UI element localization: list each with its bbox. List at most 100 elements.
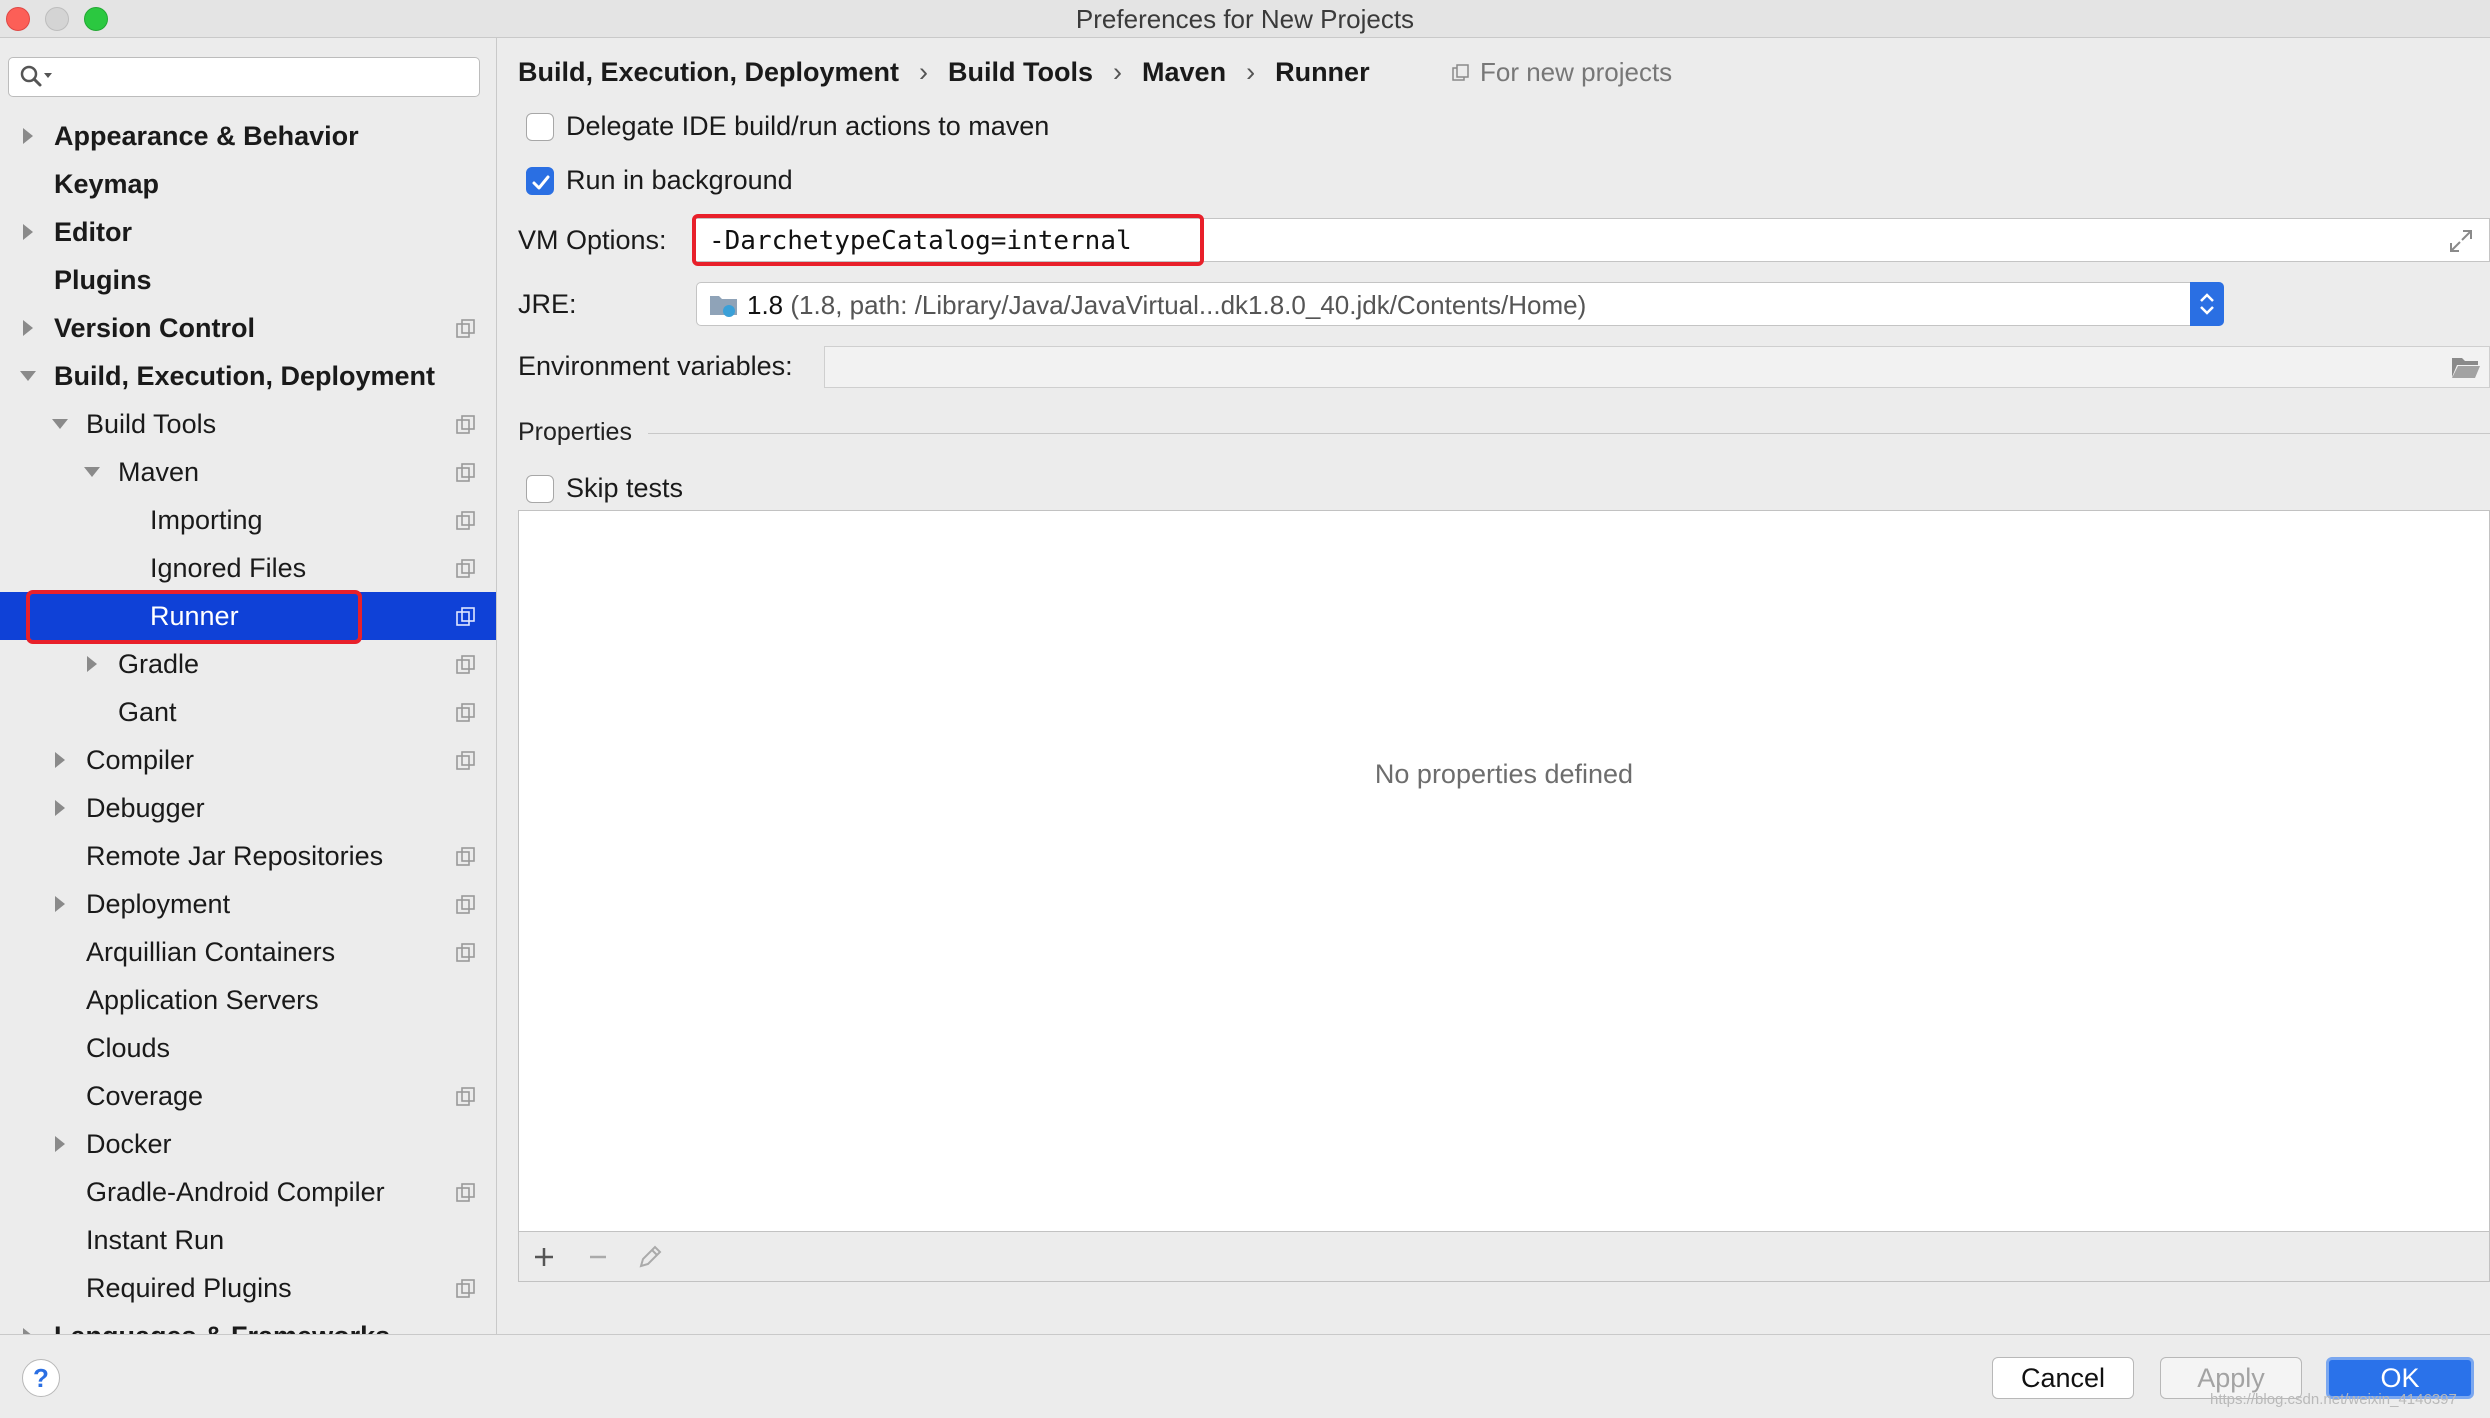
chevron-right-icon[interactable] [50,736,70,784]
breadcrumb-item[interactable]: Build Tools [948,52,1093,92]
sidebar-item-gradle-android-compiler[interactable]: Gradle-Android Compiler [0,1168,496,1216]
sidebar-item-version-control[interactable]: Version Control [0,304,496,352]
sidebar-item-arquillian-containers[interactable]: Arquillian Containers [0,928,496,976]
copy-scope-icon [456,463,475,482]
sidebar-item-maven[interactable]: Maven [0,448,496,496]
settings-search-input[interactable] [8,57,480,97]
sidebar-item-clouds[interactable]: Clouds [0,1024,496,1072]
cancel-button[interactable]: Cancel [1992,1357,2134,1399]
delegate-build-label: Delegate IDE build/run actions to maven [566,111,1050,141]
chevron-right-icon[interactable] [18,208,38,256]
window-title: Preferences for New Projects [1075,4,1415,34]
copy-scope-icon [456,751,475,770]
sidebar-item-importing[interactable]: Importing [0,496,496,544]
expand-icon[interactable] [2447,227,2475,255]
section-divider [648,433,2490,434]
breadcrumb-separator: › [919,57,929,87]
jre-path: (1.8, path: /Library/Java/JavaVirtual...… [790,290,1587,320]
copy-scope-icon [1452,64,1469,81]
folder-icon[interactable] [2451,355,2481,381]
sidebar-item-required-plugins[interactable]: Required Plugins [0,1264,496,1312]
sidebar-item-label: Gradle-Android Compiler [86,1177,385,1207]
breadcrumb-item[interactable]: Runner [1275,52,1370,92]
add-icon[interactable] [529,1242,559,1272]
chevron-right-icon[interactable] [50,880,70,928]
delegate-build-checkbox[interactable] [526,113,554,141]
breadcrumb-item[interactable]: Build, Execution, Deployment [518,52,899,92]
sidebar-item-label: Required Plugins [86,1273,292,1303]
sidebar-item-label: Gradle [118,649,200,679]
chevron-right-icon[interactable] [18,112,38,160]
sidebar-item-deployment[interactable]: Deployment [0,880,496,928]
settings-sidebar: Appearance & Behavior Keymap Editor Plugins… [0,38,497,1334]
sidebar-item-gant[interactable]: Gant [0,688,496,736]
env-variables-input[interactable] [824,346,2490,388]
sidebar-item-editor[interactable]: Editor [0,208,496,256]
jre-dropdown-stepper[interactable] [2190,282,2224,326]
jdk-folder-icon [710,296,737,317]
jre-version: 1.8 [747,290,784,320]
sidebar-item-application-servers[interactable]: Application Servers [0,976,496,1024]
breadcrumb-separator: › [1113,57,1123,87]
sidebar-item-gradle[interactable]: Gradle [0,640,496,688]
copy-scope-icon [456,319,475,338]
jre-select[interactable]: 1.8 (1.8, path: /Library/Java/JavaVirtua… [696,282,2224,326]
chevron-right-icon[interactable] [82,640,102,688]
vm-options-highlight [692,214,1204,266]
skip-tests-label: Skip tests [566,473,684,503]
properties-table[interactable]: No properties defined [518,510,2490,1232]
sidebar-item-compiler[interactable]: Compiler [0,736,496,784]
sidebar-item-appearance-behavior[interactable]: Appearance & Behavior [0,112,496,160]
copy-scope-icon [456,943,475,962]
edit-pencil-icon[interactable] [635,1242,665,1272]
title-bar: Preferences for New Projects [0,0,2490,38]
sidebar-item-coverage[interactable]: Coverage [0,1072,496,1120]
chevron-up-down-icon [2200,293,2214,315]
scope-note: For new projects [1480,57,1673,87]
remove-icon[interactable] [583,1242,613,1272]
sidebar-item-label: Debugger [86,793,205,823]
run-in-background-checkbox[interactable] [526,167,554,195]
sidebar-item-label: Importing [150,505,263,535]
sidebar-item-label: Application Servers [86,985,319,1015]
copy-scope-icon [456,1087,475,1106]
sidebar-item-label: Arquillian Containers [86,937,336,967]
run-in-background-label: Run in background [566,165,793,195]
sidebar-item-label: Languages & Frameworks [54,1312,390,1334]
sidebar-item-languages-frameworks[interactable]: Languages & Frameworks [0,1312,496,1334]
sidebar-item-label: Docker [86,1129,172,1159]
search-icon [20,65,52,87]
sidebar-item-remote-jar-repositories[interactable]: Remote Jar Repositories [0,832,496,880]
runner-settings-panel: Build, Execution, Deployment › Build Tools… [498,38,2490,1334]
chevron-right-icon[interactable] [18,1312,38,1334]
sidebar-item-label: Coverage [86,1081,204,1111]
breadcrumb-item[interactable]: Maven [1142,52,1226,92]
sidebar-item-keymap[interactable]: Keymap [0,160,496,208]
sidebar-item-label: Clouds [86,1033,171,1063]
checkmark-icon [532,175,550,190]
chevron-right-icon[interactable] [50,1120,70,1168]
jre-label: JRE: [518,289,577,319]
sidebar-item-plugins[interactable]: Plugins [0,256,496,304]
help-button[interactable]: ? [22,1359,60,1397]
chevron-down-icon[interactable] [18,352,38,400]
sidebar-item-docker[interactable]: Docker [0,1120,496,1168]
copy-scope-icon [456,511,475,530]
chevron-right-icon[interactable] [18,304,38,352]
watermark-text: https://blog.csdn.net/weixin_4146397 [2210,1391,2457,1408]
sidebar-item-runner[interactable]: Runner [0,590,496,644]
copy-scope-icon [456,847,475,866]
skip-tests-checkbox[interactable] [526,475,554,503]
copy-scope-icon [456,607,475,626]
sidebar-item-build-tools[interactable]: Build Tools [0,400,496,448]
sidebar-item-label: Build, Execution, Deployment [54,361,436,391]
chevron-down-icon[interactable] [82,448,102,496]
settings-tree: Appearance & Behavior Keymap Editor Plugins… [0,112,496,1334]
sidebar-item-debugger[interactable]: Debugger [0,784,496,832]
sidebar-item-build-execution-deployment[interactable]: Build, Execution, Deployment [0,352,496,400]
sidebar-item-ignored-files[interactable]: Ignored Files [0,544,496,592]
sidebar-item-instant-run[interactable]: Instant Run [0,1216,496,1264]
chevron-right-icon[interactable] [50,784,70,832]
sidebar-item-label: Gant [118,697,177,727]
chevron-down-icon[interactable] [50,400,70,448]
